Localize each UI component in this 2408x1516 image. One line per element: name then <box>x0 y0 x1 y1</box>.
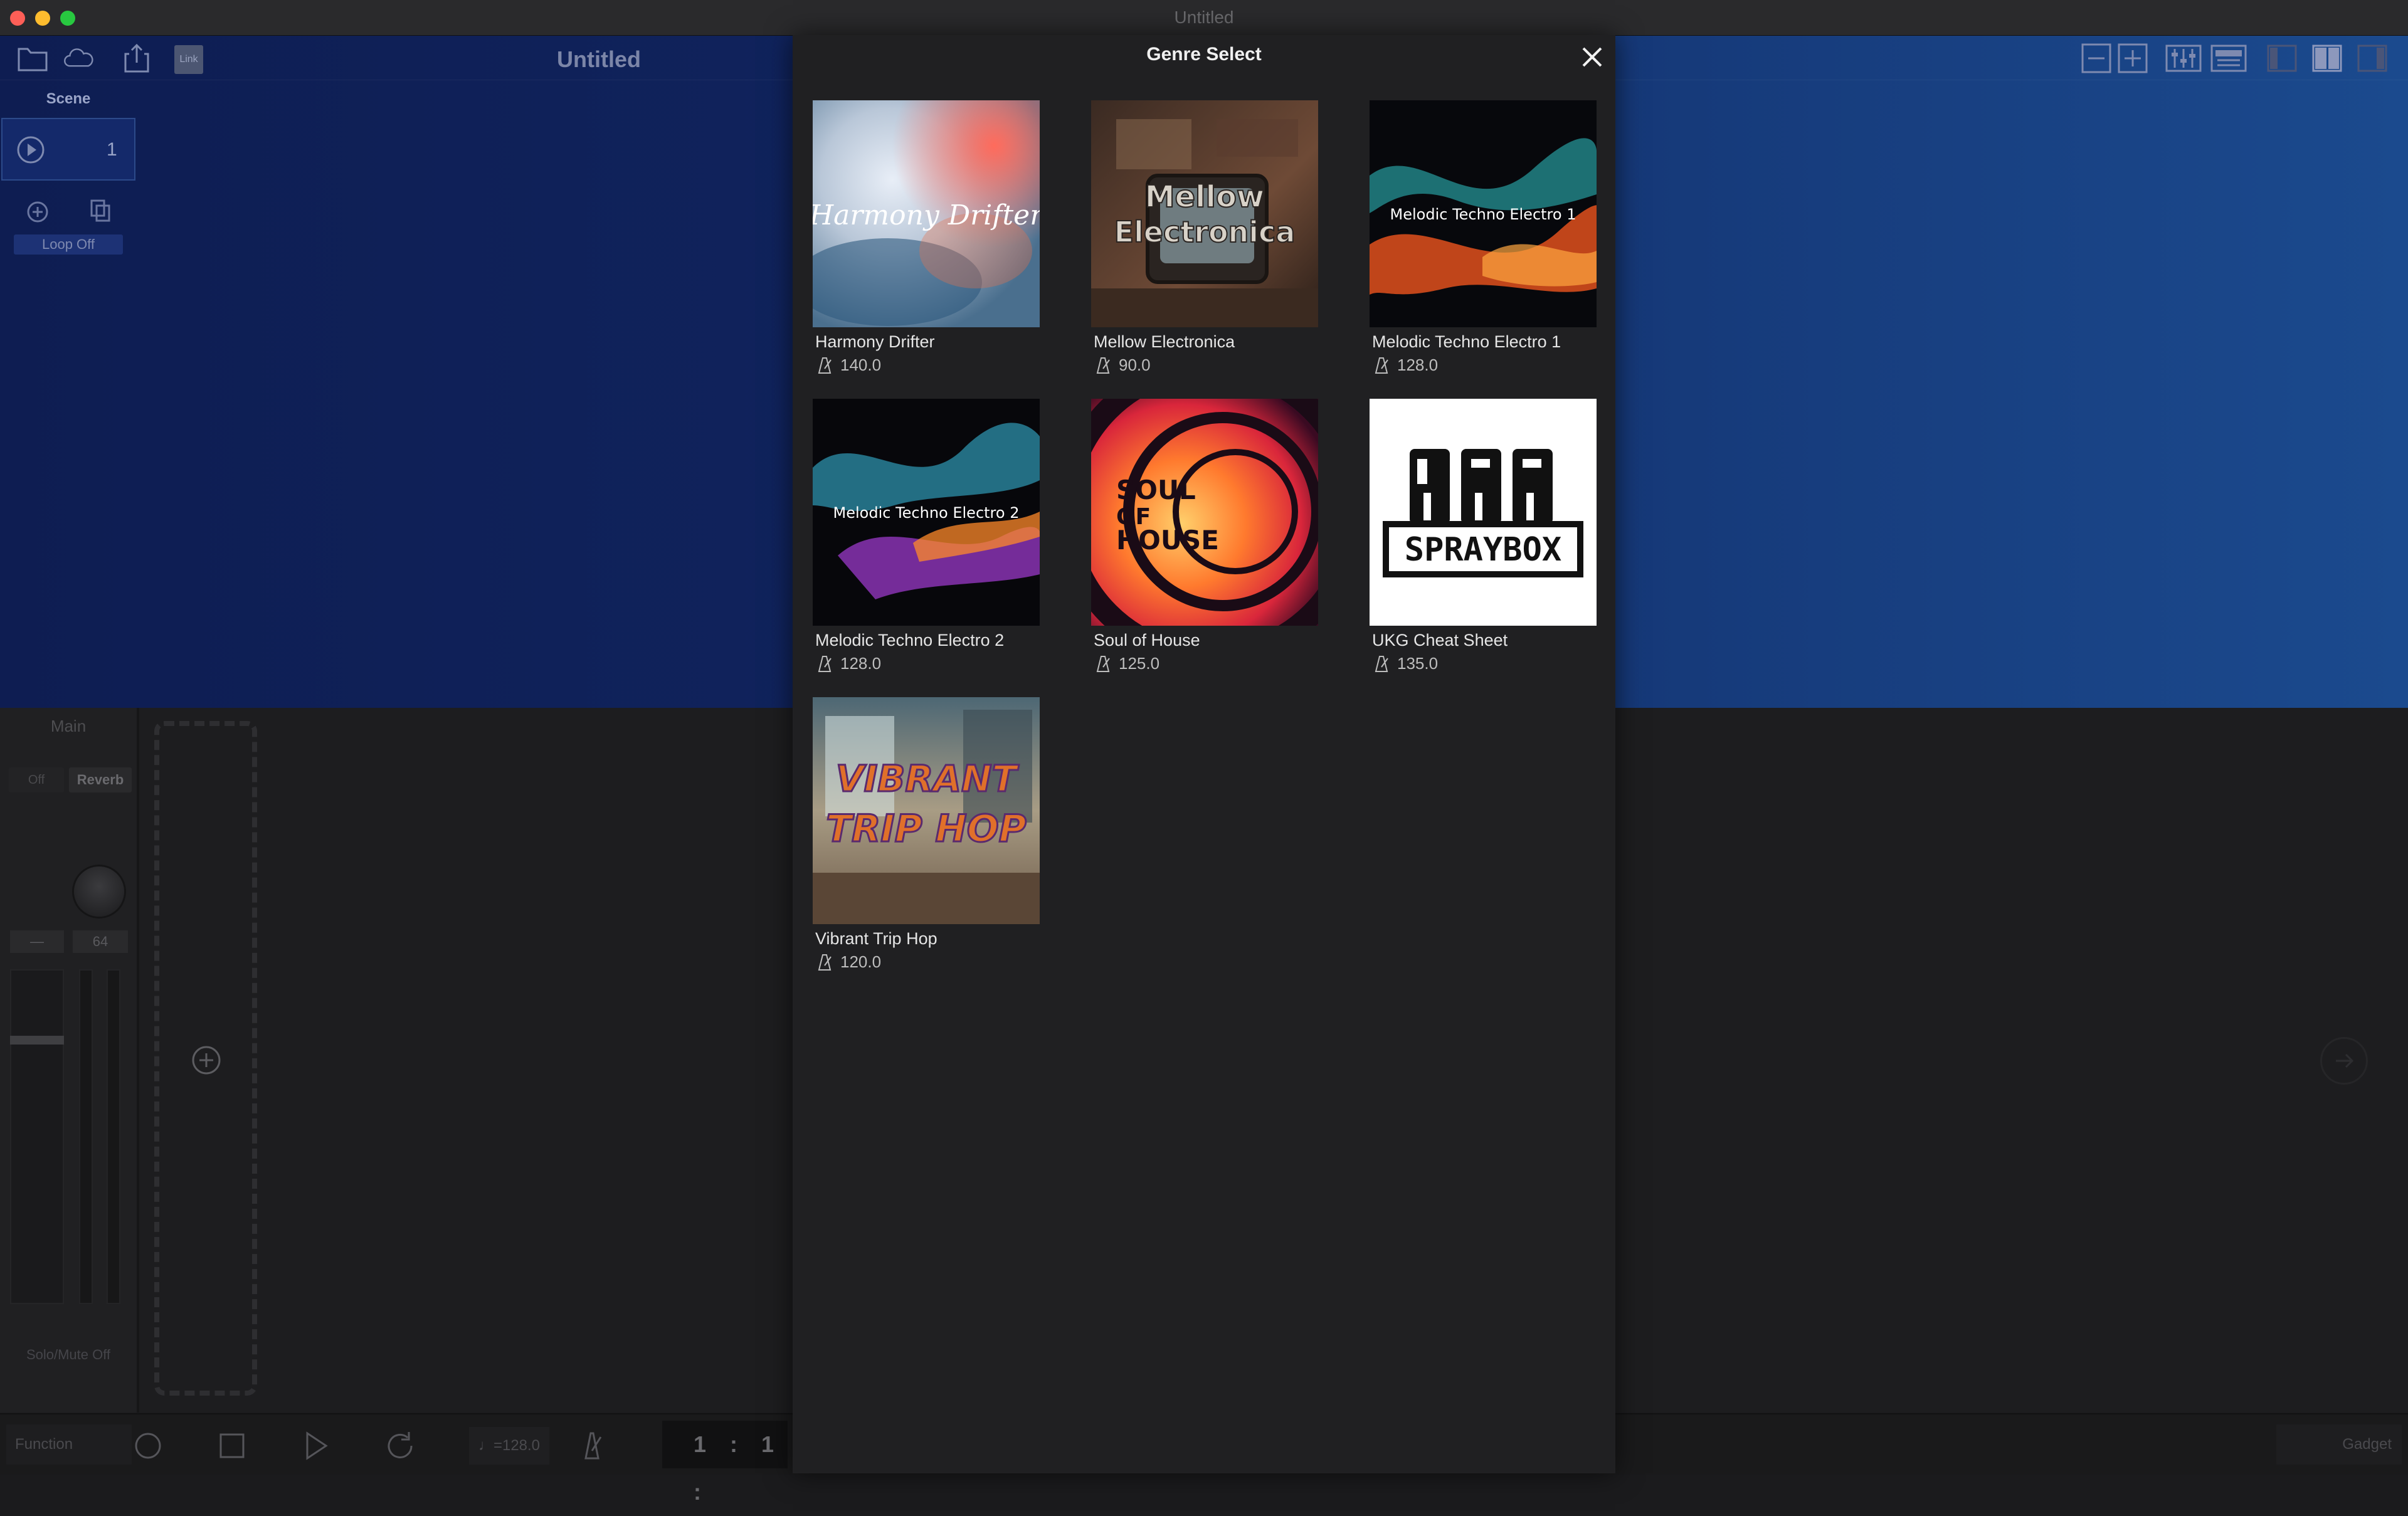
zoom-out-icon[interactable] <box>2081 43 2112 74</box>
metronome-icon <box>1096 357 1110 374</box>
level-meter-right <box>107 969 120 1304</box>
genre-name: UKG Cheat Sheet <box>1372 631 1508 650</box>
genre-cover-image: Mellow Electronica <box>1091 100 1318 327</box>
document-title: Untitled <box>557 46 641 72</box>
genre-name: Melodic Techno Electro 2 <box>815 631 1005 650</box>
add-scene-icon[interactable] <box>25 199 50 224</box>
close-icon[interactable] <box>1578 43 1607 71</box>
play-icon[interactable] <box>297 1427 335 1465</box>
function-button[interactable]: Function <box>6 1424 132 1465</box>
bpm-value: 135.0 <box>1397 654 1439 673</box>
metronome-icon[interactable] <box>573 1427 611 1465</box>
genre-name: Melodic Techno Electro 1 <box>1372 332 1561 351</box>
svg-text:VIBRANT: VIBRANT <box>836 757 1020 800</box>
main-label: Main <box>50 717 87 735</box>
genre-name: Soul of House <box>1094 631 1200 650</box>
cover-title: Melodic Techno Electro 1 <box>1390 206 1576 223</box>
genre-bpm: 128.0 <box>813 654 1040 673</box>
genre-card-mellow-electronica[interactable]: Mellow Electronica Mellow Electronica 90… <box>1091 100 1318 375</box>
loop-button[interactable]: Loop Off <box>14 234 123 255</box>
genre-name: Vibrant Trip Hop <box>815 929 937 948</box>
genre-bpm: 128.0 <box>1370 355 1597 375</box>
metronome-icon <box>1375 655 1388 672</box>
metronome-icon <box>818 954 832 971</box>
genre-cover-image: Harmony Drifter <box>813 100 1040 327</box>
genre-name: Harmony Drifter <box>815 332 935 351</box>
record-icon[interactable] <box>129 1427 167 1465</box>
genre-cover-image: SPRAYBOX <box>1370 399 1597 626</box>
bpm-value: 128.0 <box>1397 355 1439 374</box>
scene-play-icon[interactable] <box>16 135 45 164</box>
reverb-knob[interactable] <box>74 866 124 917</box>
bpm-value: 120.0 <box>840 952 882 971</box>
svg-text:Electronica: Electronica <box>1114 215 1296 249</box>
tempo-button[interactable]: ♩=128.0 <box>469 1427 549 1465</box>
cover-title: SPRAYBOX <box>1405 531 1561 569</box>
svg-text:SOUL: SOUL <box>1116 475 1196 505</box>
scene-number: 1 <box>107 139 117 160</box>
mixer-icon[interactable] <box>2165 43 2202 74</box>
genre-card-vibrant-trip-hop[interactable]: VIBRANT TRIP HOP Vibrant Trip Hop 120.0 <box>813 697 1040 972</box>
genre-cover-image: Melodic Techno Electro 1 <box>1370 100 1597 327</box>
metronome-icon <box>1096 655 1110 672</box>
share-icon[interactable] <box>120 44 153 73</box>
solo-mute-button[interactable]: Solo/Mute Off <box>0 1347 137 1363</box>
genre-bpm: 125.0 <box>1091 654 1318 673</box>
metronome-icon <box>1375 357 1388 374</box>
genre-name: Mellow Electronica <box>1094 332 1235 351</box>
send-tab-reverb[interactable]: Reverb <box>69 767 132 792</box>
loop-icon[interactable] <box>381 1427 419 1465</box>
link-button[interactable]: Link <box>174 45 203 74</box>
stop-icon[interactable] <box>213 1427 251 1465</box>
bpm-value: 128.0 <box>840 654 882 673</box>
folder-icon[interactable] <box>16 44 49 73</box>
genre-bpm: 135.0 <box>1370 654 1597 673</box>
genre-card-melodic-techno-electro-1[interactable]: Melodic Techno Electro 1 Melodic Techno … <box>1370 100 1597 375</box>
level-meter-left <box>79 969 93 1304</box>
genre-card-melodic-techno-electro-2[interactable]: Melodic Techno Electro 2 Melodic Techno … <box>813 399 1040 673</box>
genre-bpm: 120.0 <box>813 952 1040 972</box>
cover-title: Harmony Drifter <box>813 199 1040 231</box>
arrow-right-icon <box>2336 1053 2354 1068</box>
genre-card-harmony-drifter[interactable]: Harmony Drifter Harmony Drifter 140.0 <box>813 100 1040 375</box>
keyboard-icon[interactable] <box>2210 43 2247 74</box>
metronome-icon <box>818 357 832 374</box>
volume-fader[interactable] <box>10 969 64 1304</box>
window-title: Untitled <box>1174 8 1234 27</box>
layout-split-icon[interactable] <box>2311 43 2343 74</box>
bpm-value: 90.0 <box>1119 355 1151 374</box>
genre-cover-image: Melodic Techno Electro 2 <box>813 399 1040 626</box>
copy-scene-icon[interactable] <box>88 198 113 223</box>
cloud-icon[interactable] <box>63 44 95 73</box>
genre-card-ukg-cheat-sheet[interactable]: SPRAYBOX UKG Cheat Sheet 135.0 <box>1370 399 1597 673</box>
cover-title: Melodic Techno Electro 2 <box>833 504 1020 522</box>
gadget-button[interactable]: Gadget <box>2276 1424 2402 1465</box>
add-track-icon[interactable] <box>188 1042 224 1078</box>
metronome-icon <box>818 655 832 672</box>
zoom-in-icon[interactable] <box>2117 43 2148 74</box>
position-display: 1 : 1 : <box>662 1421 788 1505</box>
layout-right-icon[interactable] <box>2357 43 2388 74</box>
genre-cover-image: VIBRANT TRIP HOP <box>813 697 1040 924</box>
next-arrow-button[interactable] <box>2320 1037 2368 1085</box>
genre-bpm: 140.0 <box>813 355 1040 375</box>
genre-bpm: 90.0 <box>1091 355 1318 375</box>
genre-cover-image: SOUL OF HOUSE <box>1091 399 1318 626</box>
bpm-value: 125.0 <box>1119 654 1160 673</box>
svg-text:Mellow: Mellow <box>1145 179 1265 214</box>
bpm-value: 140.0 <box>840 355 882 374</box>
genre-card-soul-of-house[interactable]: SOUL OF HOUSE Soul of House 125.0 <box>1091 399 1318 673</box>
fader-handle[interactable] <box>10 1036 64 1045</box>
layout-left-icon[interactable] <box>2266 43 2298 74</box>
svg-text:TRIP HOP: TRIP HOP <box>826 807 1027 851</box>
svg-text:HOUSE: HOUSE <box>1116 525 1219 555</box>
modal-title: Genre Select <box>1146 44 1262 65</box>
send-value: 64 <box>73 930 128 953</box>
pan-value: — <box>10 930 64 953</box>
send-tab-off[interactable]: Off <box>9 767 64 792</box>
link-label: Link <box>179 54 198 65</box>
scene-label: Scene <box>46 90 91 107</box>
